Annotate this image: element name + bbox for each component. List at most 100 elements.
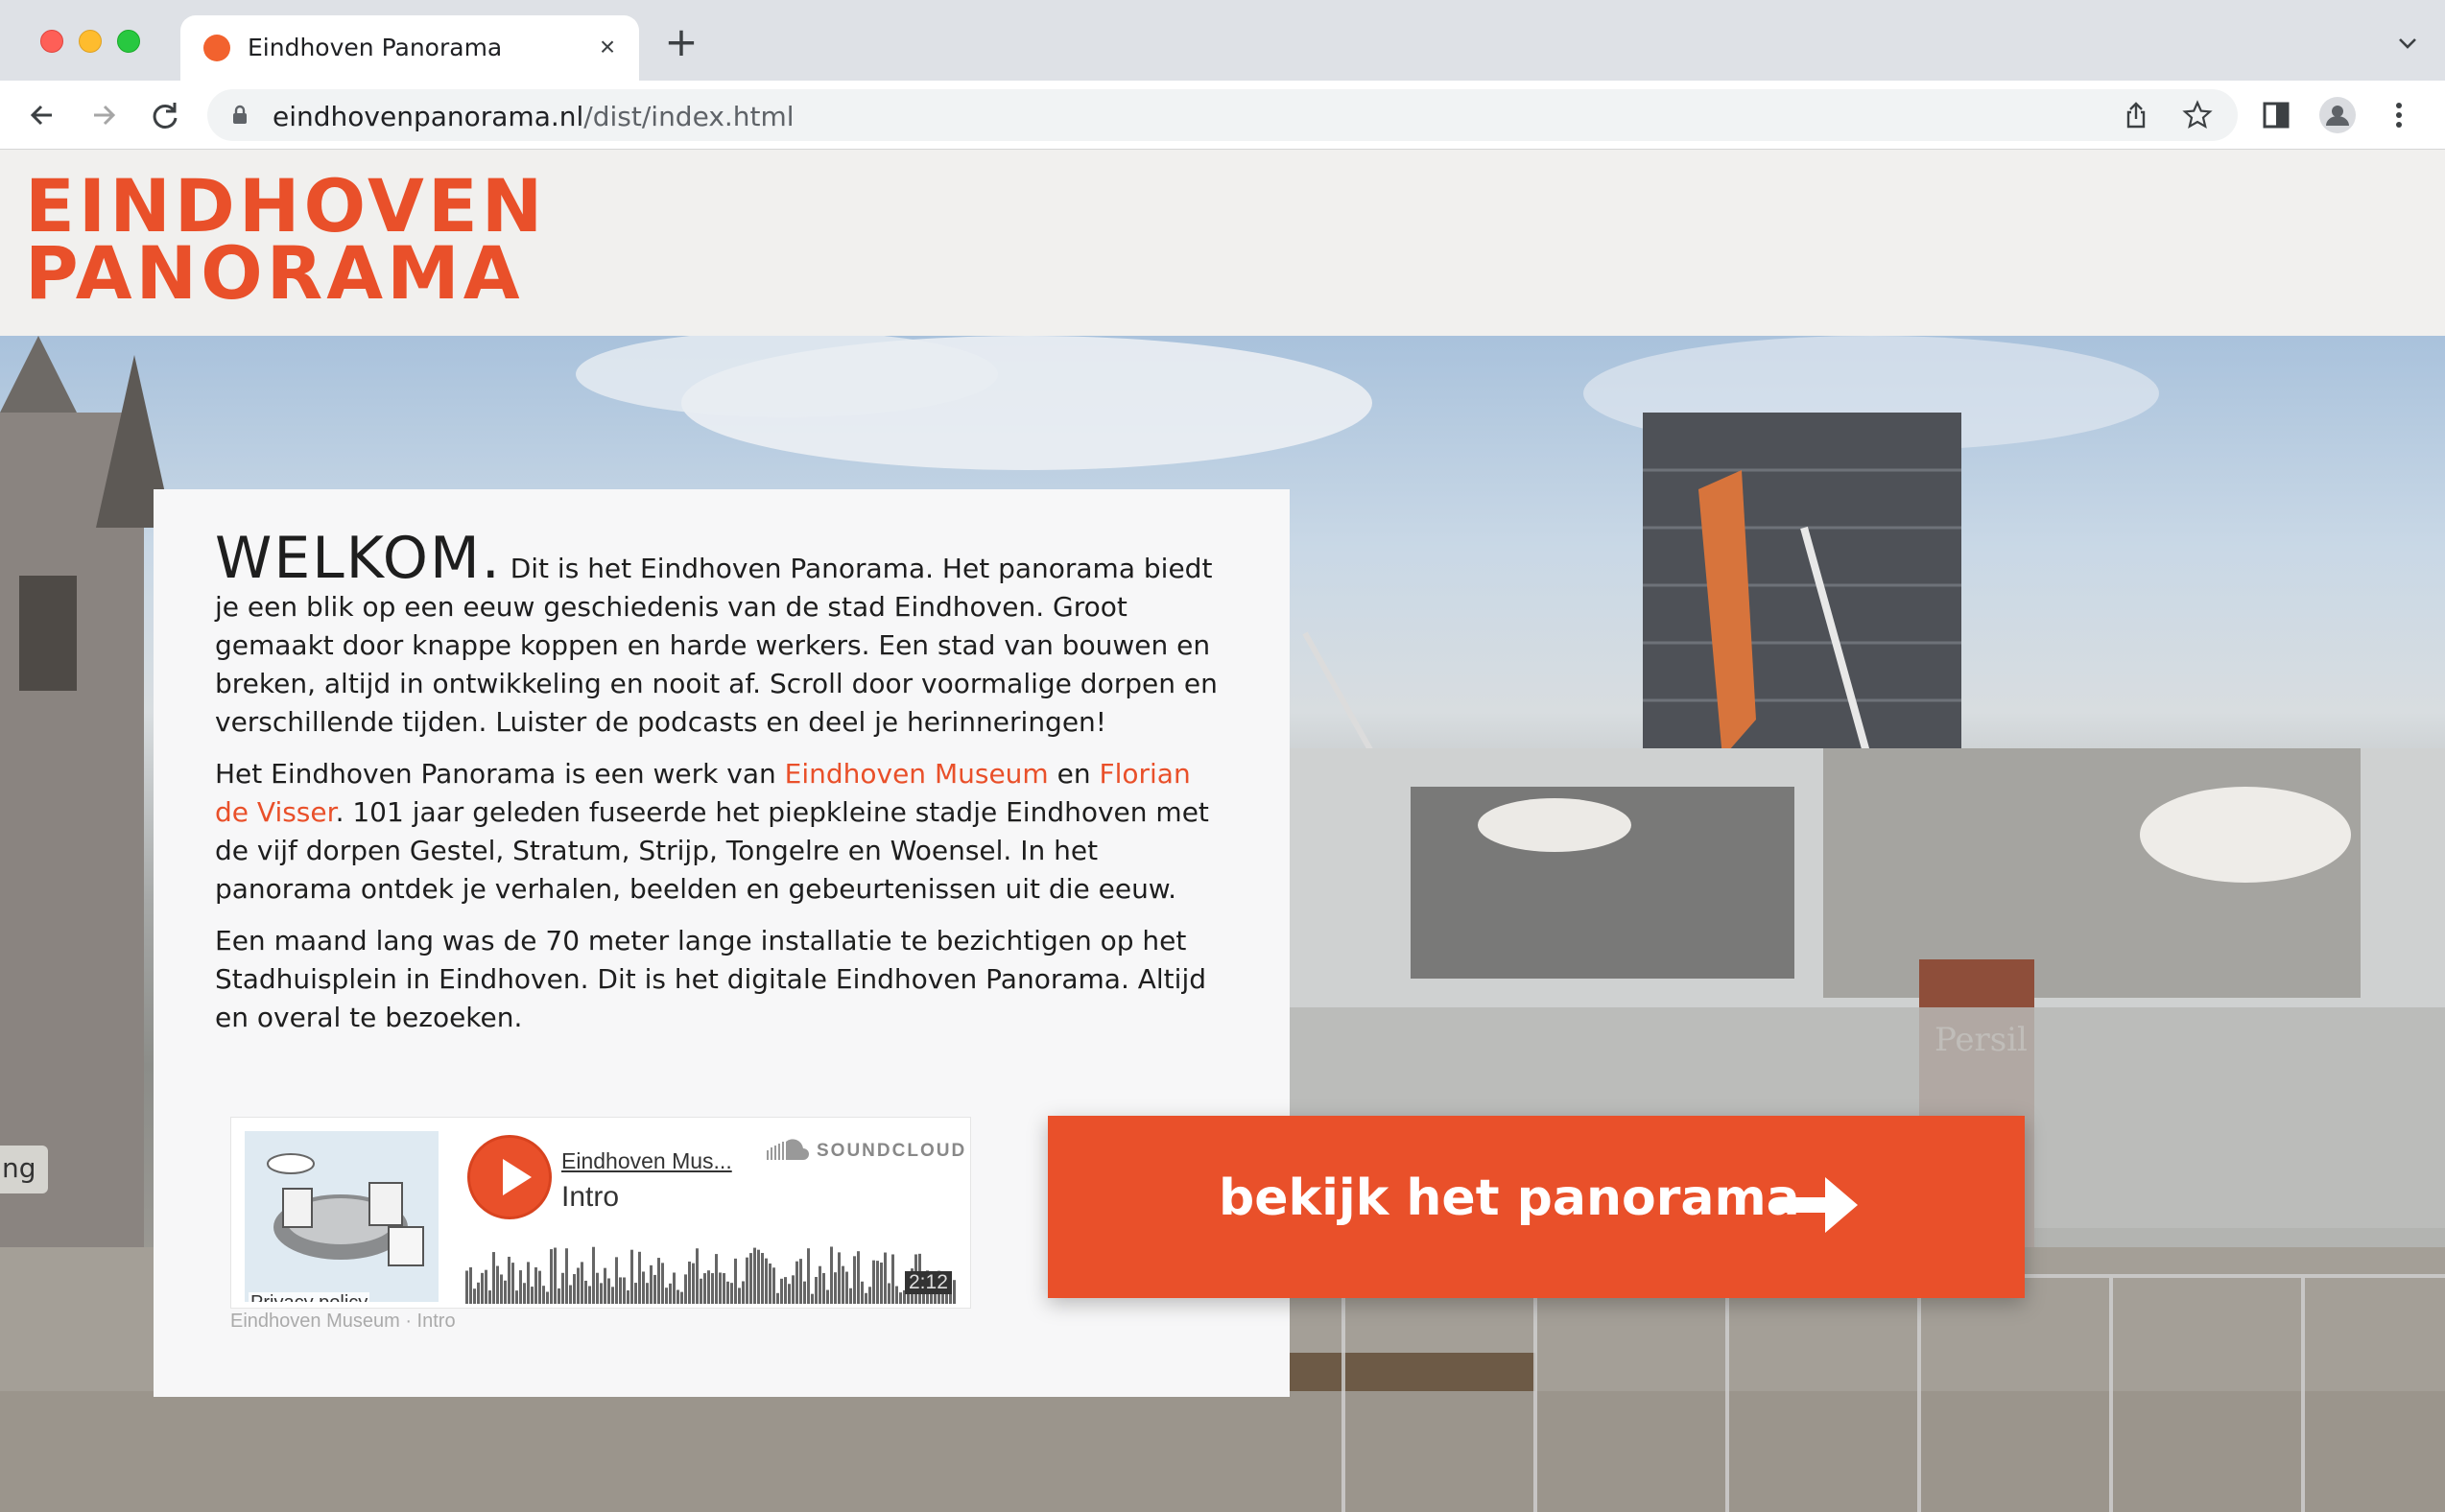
waveform-bar bbox=[819, 1265, 821, 1304]
waveform-bar bbox=[500, 1274, 503, 1304]
side-panel-icon[interactable] bbox=[2259, 98, 2293, 132]
forward-arrow-icon[interactable] bbox=[84, 96, 123, 134]
waveform-bar bbox=[565, 1248, 568, 1304]
lock-icon bbox=[233, 105, 247, 124]
welcome-text: WELKOM. Dit is het Eindhoven Panorama. H… bbox=[215, 530, 1232, 1051]
waveform-bar bbox=[899, 1292, 902, 1304]
waveform-bar bbox=[554, 1247, 557, 1304]
address-bar[interactable]: eindhovenpanorama.nl/dist/index.html bbox=[207, 89, 2238, 141]
site-logo[interactable]: EINDHOVEN PANORAMA bbox=[25, 170, 546, 310]
waveform-bar bbox=[534, 1266, 537, 1304]
waveform-bar bbox=[684, 1274, 687, 1304]
waveform-bar bbox=[784, 1277, 787, 1304]
reload-icon[interactable] bbox=[146, 96, 184, 134]
back-arrow-icon[interactable] bbox=[23, 96, 61, 134]
tab-title: Eindhoven Panorama bbox=[248, 34, 503, 61]
waveform-bar bbox=[469, 1266, 472, 1304]
welcome-heading: WELKOM. bbox=[215, 525, 502, 592]
waveform-bar bbox=[715, 1254, 718, 1304]
waveform[interactable] bbox=[465, 1237, 957, 1304]
waveform-bar bbox=[677, 1289, 679, 1304]
profile-avatar-icon[interactable] bbox=[2318, 96, 2357, 134]
waveform-bar bbox=[588, 1286, 591, 1304]
waveform-bar bbox=[542, 1286, 545, 1304]
url-text: eindhovenpanorama.nl/dist/index.html bbox=[273, 101, 795, 132]
browser-tab-bar: Eindhoven Panorama × + bbox=[0, 0, 2445, 81]
waveform-bar bbox=[481, 1272, 484, 1304]
waveform-bar bbox=[711, 1273, 714, 1304]
p2-before: Het Eindhoven Panorama is een werk van bbox=[215, 758, 785, 790]
waveform-bar bbox=[696, 1248, 699, 1304]
arrow-right-icon bbox=[1777, 1177, 1858, 1233]
waveform-bar bbox=[596, 1272, 599, 1304]
share-icon[interactable] bbox=[2121, 100, 2151, 130]
zoom-window-button[interactable] bbox=[117, 30, 140, 53]
browser-tab-active[interactable]: Eindhoven Panorama × bbox=[180, 15, 639, 81]
waveform-bar bbox=[830, 1246, 833, 1304]
bookmark-star-icon[interactable] bbox=[2182, 100, 2213, 130]
view-panorama-label: bekijk het panorama bbox=[1219, 1169, 1800, 1227]
waveform-bar bbox=[707, 1270, 710, 1304]
url-domain: eindhovenpanorama.nl bbox=[273, 101, 584, 132]
waveform-bar bbox=[876, 1261, 879, 1304]
waveform-bar bbox=[661, 1263, 664, 1304]
waveform-bar bbox=[638, 1251, 641, 1304]
waveform-bar bbox=[872, 1260, 875, 1304]
new-tab-button[interactable]: + bbox=[662, 22, 700, 63]
track-artwork[interactable]: Privacy policy bbox=[245, 1131, 439, 1302]
waveform-bar bbox=[465, 1270, 468, 1304]
waveform-bar bbox=[573, 1274, 576, 1304]
waveform-bar bbox=[669, 1283, 672, 1304]
waveform-bar bbox=[849, 1288, 852, 1304]
waveform-bar bbox=[523, 1283, 526, 1304]
minimize-window-button[interactable] bbox=[79, 30, 102, 53]
waveform-bar bbox=[692, 1263, 695, 1304]
soundcloud-caption[interactable]: Eindhoven Museum · Intro bbox=[230, 1311, 456, 1333]
p2-after: . 101 jaar geleden fuseerde het piepklei… bbox=[215, 796, 1209, 905]
waveform-bar bbox=[888, 1283, 890, 1304]
waveform-bar bbox=[688, 1261, 691, 1304]
url-path: /dist/index.html bbox=[583, 101, 795, 132]
waveform-bar bbox=[857, 1251, 860, 1304]
waveform-bar bbox=[803, 1281, 806, 1304]
waveform-bar bbox=[577, 1267, 580, 1304]
track-title[interactable]: Intro bbox=[561, 1181, 619, 1214]
waveform-bar bbox=[742, 1281, 745, 1304]
waveform-bar bbox=[630, 1249, 633, 1304]
waveform-bar bbox=[703, 1273, 706, 1304]
chevron-down-icon[interactable] bbox=[2393, 29, 2422, 58]
eindhoven-museum-link[interactable]: Eindhoven Museum bbox=[785, 758, 1049, 790]
waveform-bar bbox=[642, 1271, 645, 1304]
soundcloud-user-link[interactable]: Eindhoven Mus... bbox=[561, 1148, 732, 1174]
waveform-bar bbox=[757, 1249, 760, 1304]
waveform-bar bbox=[726, 1281, 729, 1304]
waveform-bar bbox=[772, 1267, 775, 1304]
close-window-button[interactable] bbox=[40, 30, 63, 53]
waveform-bar bbox=[826, 1289, 829, 1304]
waveform-bar bbox=[907, 1292, 910, 1304]
waveform-bar bbox=[953, 1280, 956, 1304]
waveform-bar bbox=[569, 1285, 572, 1304]
waveform-bar bbox=[749, 1253, 752, 1304]
waveform-bar bbox=[680, 1291, 683, 1304]
play-button[interactable] bbox=[467, 1135, 552, 1219]
tab-close-icon[interactable]: × bbox=[591, 31, 624, 63]
waveform-bar bbox=[799, 1259, 802, 1304]
waveform-bar bbox=[891, 1254, 894, 1304]
waveform-bar bbox=[792, 1275, 795, 1304]
waveform-bar bbox=[473, 1288, 476, 1304]
waveform-bar bbox=[496, 1265, 499, 1304]
soundcloud-logo-icon[interactable] bbox=[767, 1139, 811, 1162]
waveform-bar bbox=[730, 1283, 733, 1304]
waveform-bar bbox=[600, 1283, 603, 1304]
waveform-bar bbox=[485, 1269, 487, 1304]
waveform-bar bbox=[611, 1287, 614, 1304]
privacy-policy-link[interactable]: Privacy policy bbox=[249, 1292, 370, 1302]
more-options-icon[interactable] bbox=[2382, 98, 2416, 132]
waveform-bar bbox=[807, 1248, 810, 1304]
side-tab-button[interactable]: ng bbox=[0, 1146, 48, 1193]
soundcloud-brand: SOUNDCLOUD bbox=[817, 1141, 967, 1161]
waveform-bar bbox=[581, 1262, 583, 1304]
waveform-bar bbox=[788, 1284, 791, 1304]
view-panorama-button[interactable]: bekijk het panorama bbox=[1048, 1116, 2025, 1298]
